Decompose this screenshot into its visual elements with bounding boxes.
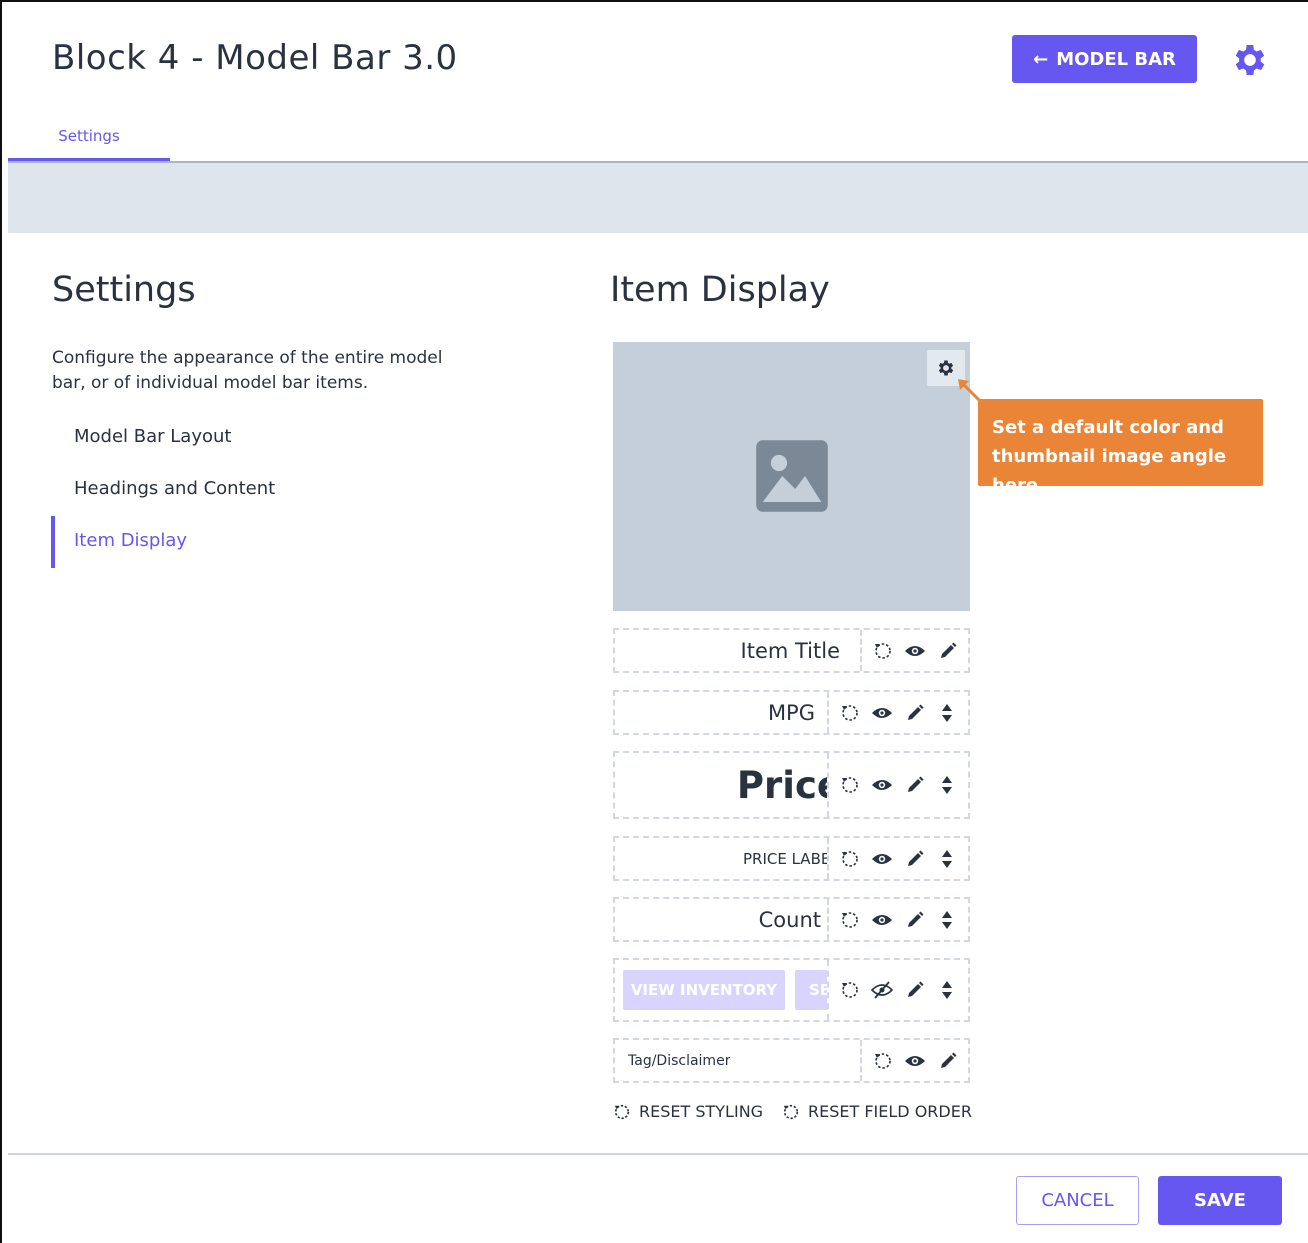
sort-icon[interactable] — [935, 773, 959, 797]
sidebar-description: Configure the appearance of the entire m… — [52, 348, 443, 393]
back-button-label: MODEL BAR — [1056, 48, 1176, 70]
field-tools — [827, 899, 968, 940]
field-label: Tag/Disclaimer — [628, 1052, 731, 1069]
eye-icon[interactable] — [903, 1049, 927, 1073]
pencil-icon[interactable] — [936, 639, 960, 663]
gear-icon[interactable] — [1230, 40, 1270, 80]
field-tools — [860, 1040, 968, 1081]
tooltip: Set a default color and thumbnail image … — [978, 399, 1263, 496]
cancel-button[interactable]: CANCEL — [1016, 1176, 1139, 1225]
field-tools — [827, 960, 968, 1020]
pencil-icon[interactable] — [903, 701, 927, 725]
eye-icon[interactable] — [870, 847, 894, 871]
pencil-icon[interactable] — [936, 1049, 960, 1073]
arrow-left-icon: ← — [1033, 48, 1049, 70]
sidebar-item-item-display[interactable]: Item Display — [74, 530, 187, 551]
reset-field-order-link[interactable]: RESET FIELD ORDER — [782, 1102, 972, 1121]
eye-off-icon[interactable] — [870, 978, 894, 1002]
sort-icon[interactable] — [935, 701, 959, 725]
sort-icon[interactable] — [935, 978, 959, 1002]
reset-icon[interactable] — [838, 773, 862, 797]
eye-icon[interactable] — [870, 701, 894, 725]
field-row-tag-disclaimer[interactable]: Tag/Disclaimer — [613, 1038, 970, 1083]
reset-icon[interactable] — [838, 701, 862, 725]
field-row-mpg[interactable]: MPG — [613, 690, 970, 735]
reset-styling-label: RESET STYLING — [639, 1102, 764, 1121]
tab-settings[interactable]: Settings — [8, 120, 170, 162]
reset-icon — [783, 1104, 799, 1119]
eye-icon[interactable] — [870, 773, 894, 797]
sidebar-item-label: Headings and Content — [74, 478, 276, 499]
pencil-icon[interactable] — [903, 847, 927, 871]
reset-styling-link[interactable]: RESET STYLING — [613, 1102, 763, 1121]
reset-icon[interactable] — [838, 847, 862, 871]
reset-icon[interactable] — [871, 1049, 895, 1073]
tab-label: Settings — [58, 127, 120, 145]
sort-icon[interactable] — [935, 908, 959, 932]
field-label: PRICE LABEL — [743, 849, 835, 868]
pencil-icon[interactable] — [903, 773, 927, 797]
sort-icon[interactable] — [935, 847, 959, 871]
view-inventory-button-preview: VIEW INVENTORY — [623, 970, 785, 1010]
sidebar-item-label: Item Display — [74, 530, 188, 551]
header-banner — [8, 163, 1308, 233]
reset-icon — [614, 1104, 630, 1119]
field-row-price[interactable]: Price — [613, 751, 970, 819]
field-row-price-label[interactable]: PRICE LABEL — [613, 836, 970, 881]
sidebar-item-label: Model Bar Layout — [74, 426, 232, 447]
field-label: Count — [758, 907, 821, 932]
field-label: Price — [736, 763, 842, 807]
eye-icon[interactable] — [870, 908, 894, 932]
save-button[interactable]: SAVE — [1158, 1176, 1282, 1225]
field-tools — [827, 692, 968, 733]
field-row-item-title[interactable]: Item Title — [613, 628, 970, 673]
sidebar-item-headings-and-content[interactable]: Headings and Content — [74, 478, 275, 499]
field-row-buttons[interactable]: VIEW INVENTORY SE — [613, 958, 970, 1022]
reset-field-order-label: RESET FIELD ORDER — [808, 1102, 972, 1121]
thumbnail-preview — [613, 342, 970, 611]
gear-icon — [938, 360, 954, 376]
field-tools — [860, 630, 968, 671]
eye-icon[interactable] — [903, 639, 927, 663]
pencil-icon[interactable] — [903, 978, 927, 1002]
sidebar-item-model-bar-layout[interactable]: Model Bar Layout — [74, 426, 231, 447]
active-nav-indicator — [51, 516, 55, 568]
page-title: Block 4 - Model Bar 3.0 — [52, 38, 458, 78]
field-tools — [827, 838, 968, 879]
reset-icon[interactable] — [838, 908, 862, 932]
field-tools — [827, 753, 968, 817]
reset-icon[interactable] — [838, 978, 862, 1002]
field-label: Item Title — [740, 638, 840, 663]
item-display-title: Item Display — [610, 270, 830, 310]
sidebar-title: Settings — [52, 270, 196, 310]
field-row-count[interactable]: Count — [613, 897, 970, 942]
pencil-icon[interactable] — [903, 908, 927, 932]
reset-icon[interactable] — [871, 639, 895, 663]
image-icon — [756, 440, 828, 512]
footer-divider — [8, 1153, 1308, 1155]
field-label: MPG — [767, 700, 815, 725]
back-to-model-bar-button[interactable]: ← MODEL BAR — [1012, 35, 1197, 83]
